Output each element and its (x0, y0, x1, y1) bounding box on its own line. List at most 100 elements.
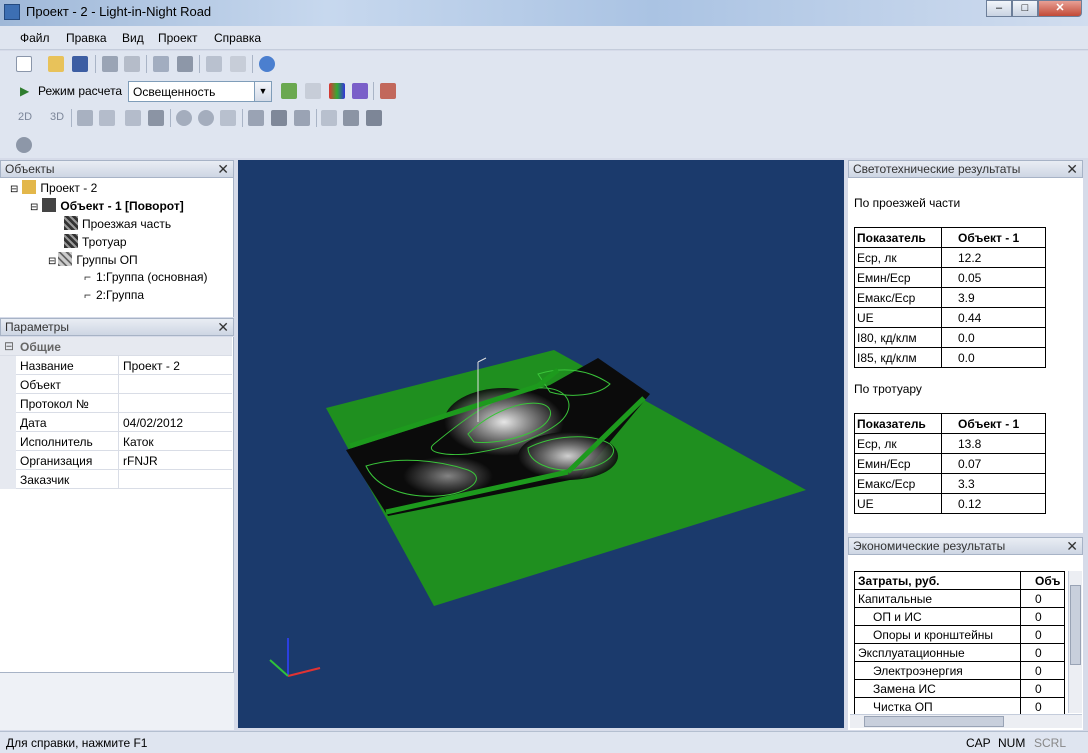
cost-name: Замена ИС (854, 679, 1021, 698)
calc-mode-select[interactable]: Освещенность ▼ (128, 81, 272, 102)
cost-name: Капитальные (854, 589, 1021, 608)
table-row: Eмакс/Eср 3.9 (854, 287, 1046, 308)
indicator-name: Eср, лк (854, 433, 942, 454)
redo-icon[interactable] (230, 56, 246, 72)
close-icon[interactable]: ✕ (217, 319, 229, 336)
paste-icon[interactable] (177, 56, 193, 72)
tree-item-luminaire-groups[interactable]: ⊟ Группы ОП (48, 252, 138, 267)
params-row[interactable]: Объект (0, 375, 232, 394)
image-icon[interactable] (343, 110, 359, 126)
params-row[interactable]: Протокол № (0, 394, 232, 413)
undo-icon[interactable] (206, 56, 222, 72)
param-key: Протокол № (20, 397, 89, 411)
menu-help[interactable]: Справка (214, 31, 261, 45)
tree-item-label: Группы ОП (76, 253, 138, 267)
param-value[interactable]: rFNJR (123, 454, 158, 468)
zoom-in-icon[interactable] (176, 110, 192, 126)
param-value[interactable]: 04/02/2012 (123, 416, 183, 430)
menu-project[interactable]: Проект (158, 31, 198, 45)
roadway-icon (64, 216, 78, 230)
close-icon[interactable]: ✕ (217, 161, 229, 178)
new-file-icon[interactable] (16, 56, 32, 72)
cost-name: Опоры и кронштейны (854, 625, 1021, 644)
collapse-icon[interactable]: ⊟ (4, 339, 14, 353)
param-key: Объект (20, 378, 61, 392)
table-row: Eмакс/Eср 3.3 (854, 473, 1046, 494)
tree-item-roadway[interactable]: Проезжая часть (64, 216, 171, 231)
help-icon[interactable] (259, 56, 275, 72)
params-row[interactable]: Организация rFNJR (0, 451, 232, 470)
horizontal-scrollbar[interactable] (850, 714, 1082, 728)
params-panel-header: Параметры ✕ (0, 318, 234, 336)
view-front-icon[interactable] (248, 110, 264, 126)
view-top-icon[interactable] (271, 110, 287, 126)
view-2d-button[interactable]: 2D (18, 111, 32, 123)
scrollbar-thumb[interactable] (1070, 585, 1081, 665)
param-value[interactable]: Каток (123, 435, 154, 449)
indicator-value: 0.05 (941, 267, 1046, 288)
minimize-button[interactable]: ‒ (986, 0, 1012, 17)
close-icon[interactable]: ✕ (1066, 161, 1078, 178)
tree-item-label: 2:Группа (96, 288, 145, 302)
param-key: Название (20, 359, 74, 373)
groups-icon (58, 252, 73, 266)
view-3d-button[interactable]: 3D (50, 111, 64, 123)
chevron-down-icon[interactable]: ▼ (254, 82, 271, 101)
maximize-button[interactable]: □ (1012, 0, 1038, 17)
color-map-icon[interactable] (329, 83, 345, 99)
calc-mode-value: Освещенность (133, 85, 216, 99)
pan-hand-icon[interactable] (148, 110, 164, 126)
column-header: Показатель (854, 413, 942, 434)
table-row: Замена ИС 0 (854, 679, 1065, 698)
open-folder-icon[interactable] (48, 56, 64, 72)
print-icon[interactable] (102, 56, 118, 72)
zoom-fit-icon[interactable] (220, 110, 236, 126)
cost-value: 0 (1020, 661, 1065, 680)
params-row[interactable]: Исполнитель Каток (0, 432, 232, 451)
params-row[interactable]: Заказчик (0, 470, 232, 489)
params-row[interactable]: Дата 04/02/2012 (0, 413, 232, 432)
menu-edit[interactable]: Правка (66, 31, 107, 45)
indicator-value: 0.44 (941, 307, 1046, 328)
param-key: Дата (20, 416, 47, 430)
save-icon[interactable] (72, 56, 88, 72)
params-row[interactable]: Название Проект - 2 (0, 356, 232, 375)
tree-item-sidewalk[interactable]: Тротуар (64, 234, 127, 249)
params-group-general[interactable]: ⊟ Общие (0, 337, 232, 356)
table-row: I85, кд/клм 0.0 (854, 347, 1046, 368)
cost-name: Эксплуатационные (854, 643, 1021, 662)
close-icon[interactable]: ✕ (1066, 538, 1078, 555)
luminaire-icon[interactable] (380, 83, 396, 99)
table-row: I80, кд/клм 0.0 (854, 327, 1046, 348)
play-icon[interactable]: ▶ (20, 84, 29, 98)
camera-icon[interactable] (16, 137, 32, 153)
tree-item-group-2[interactable]: ⌐ 2:Группа (84, 288, 144, 302)
param-value[interactable]: Проект - 2 (123, 359, 180, 373)
scrollbar-thumb[interactable] (864, 716, 1004, 727)
copy-icon[interactable] (153, 56, 169, 72)
close-button[interactable]: ✕ (1038, 0, 1082, 17)
status-help-text: Для справки, нажмите F1 (6, 736, 148, 750)
select-arrow-icon[interactable] (77, 110, 93, 126)
render-icon[interactable] (366, 110, 382, 126)
vertical-scrollbar[interactable] (1068, 571, 1082, 713)
isolines-icon[interactable] (352, 83, 368, 99)
menu-file[interactable]: Файл (20, 31, 50, 45)
report-icon[interactable] (305, 83, 321, 99)
tree-item-project[interactable]: ⊟ Проект - 2 (10, 180, 97, 195)
3d-viewport[interactable] (238, 160, 844, 728)
zoom-out-icon[interactable] (198, 110, 214, 126)
move-icon[interactable] (125, 110, 141, 126)
tree-item-group-1[interactable]: ⌐ 1:Группа (основная) (84, 270, 208, 284)
table-header: Показатель Объект - 1 (854, 413, 1046, 434)
column-header: Затраты, руб. (854, 571, 1021, 590)
objects-tree: ⊟ Проект - 2 ⊟ Объект - 1 [Поворот] Проезж… (0, 178, 234, 317)
north-icon[interactable] (321, 110, 337, 126)
view-side-icon[interactable] (294, 110, 310, 126)
grid-icon[interactable] (281, 83, 297, 99)
print-preview-icon[interactable] (124, 56, 140, 72)
measure-icon[interactable] (99, 110, 115, 126)
menu-view[interactable]: Вид (122, 31, 144, 45)
tree-item-object[interactable]: ⊟ Объект - 1 [Поворот] (30, 198, 184, 213)
pole-icon: ⌐ (84, 270, 92, 284)
